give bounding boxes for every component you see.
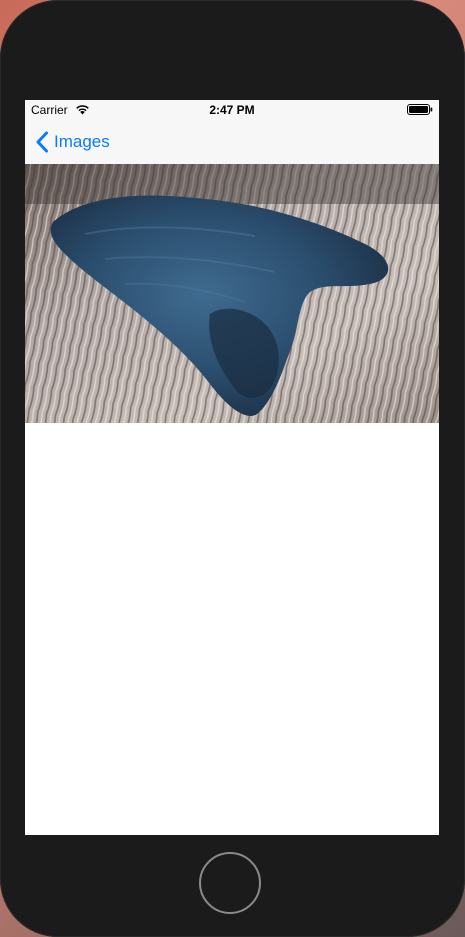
screen: Carrier 2:47 PM Images [25, 100, 439, 835]
back-button-label: Images [54, 132, 110, 151]
mars-dune-photo [25, 164, 439, 423]
chevron-left-icon [36, 131, 48, 153]
battery-icon [407, 104, 433, 115]
device-frame: Carrier 2:47 PM Images [0, 0, 465, 937]
home-button[interactable] [199, 852, 261, 914]
status-bar: Carrier 2:47 PM [25, 100, 439, 120]
navigation-bar: Images [25, 120, 439, 164]
status-time: 2:47 PM [209, 103, 255, 117]
back-button[interactable]: Images [35, 128, 110, 156]
